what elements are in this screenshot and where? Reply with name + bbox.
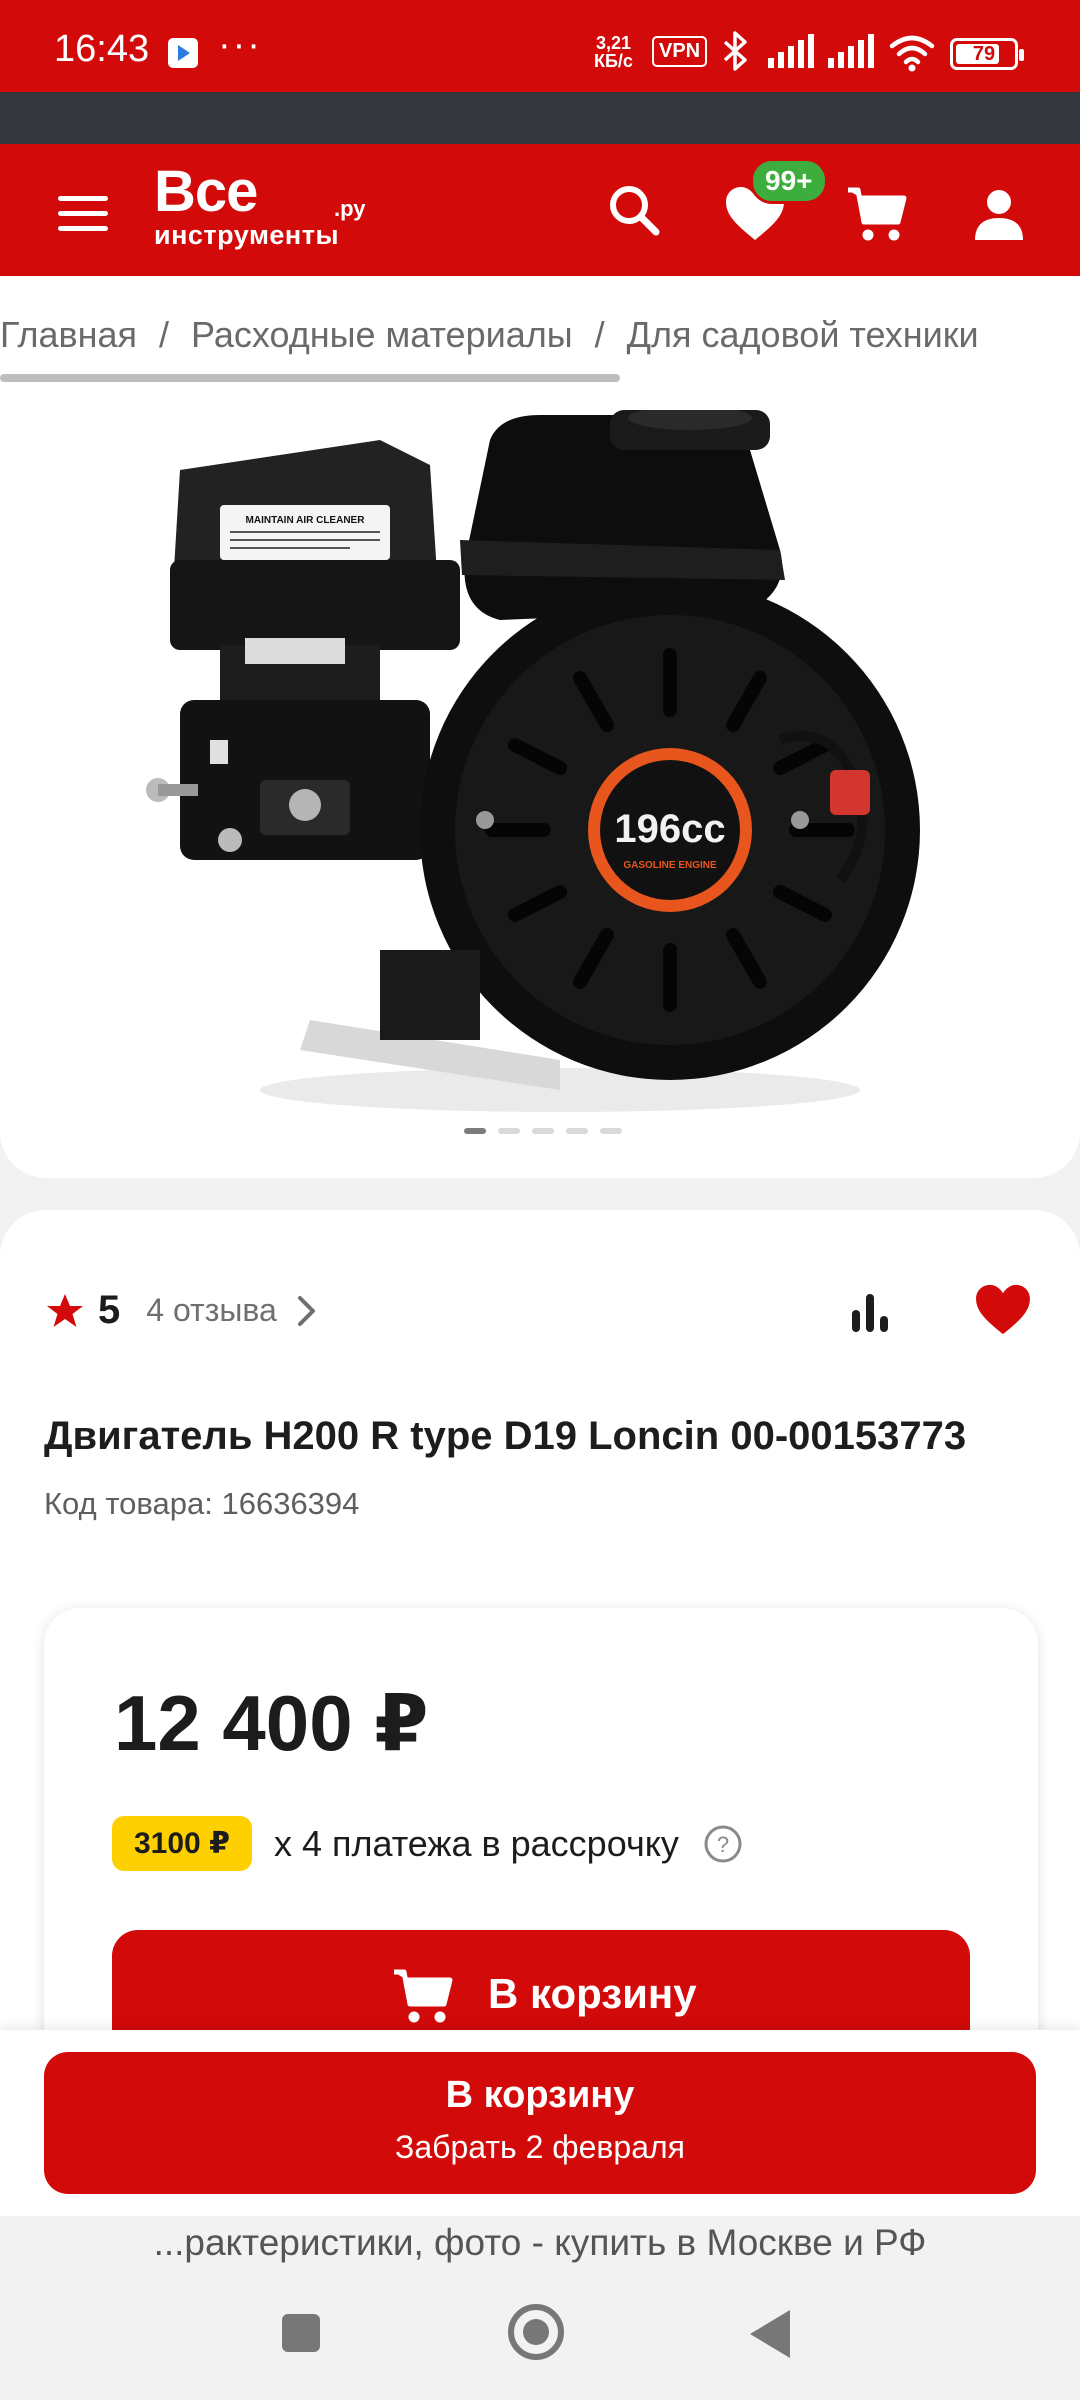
gallery-dot[interactable] xyxy=(566,1128,588,1134)
menu-icon[interactable] xyxy=(58,196,108,232)
breadcrumb-separator: / xyxy=(159,314,170,355)
breadcrumb-consumables[interactable]: Расходные материалы xyxy=(191,314,573,355)
rating[interactable]: 5 4 отзыва xyxy=(46,1288,319,1333)
product-code: Код товара: 16636394 xyxy=(44,1486,360,1521)
installment-text: х 4 платежа в рассрочку xyxy=(273,1822,679,1864)
battery-level: 79 xyxy=(972,43,996,65)
help-icon[interactable]: ? xyxy=(703,1824,743,1864)
pickup-date: Забрать 2 февраля xyxy=(395,2129,685,2165)
chevron-right-icon xyxy=(297,1295,315,1326)
signal-icon xyxy=(768,34,814,68)
installment-row[interactable]: 3100 ₽ х 4 платежа в рассрочку ? xyxy=(112,1816,743,1871)
help-icon-glyph: ? xyxy=(717,1832,729,1857)
back-button[interactable] xyxy=(750,2310,790,2358)
bluetooth-icon xyxy=(723,31,747,71)
gallery-dot[interactable] xyxy=(532,1128,554,1134)
favorite-heart-icon[interactable] xyxy=(974,1284,1032,1336)
engine-badge: 196cc xyxy=(614,807,725,851)
breadcrumb-scrollbar[interactable] xyxy=(0,374,620,382)
logo-text-bottom: инструменты xyxy=(154,220,340,250)
gallery-pagination[interactable] xyxy=(464,1128,622,1134)
cart-icon[interactable] xyxy=(846,184,910,244)
recents-button[interactable] xyxy=(282,2314,320,2352)
signal-icon-2 xyxy=(828,34,874,68)
engine-image: MAINTAIN AIR CLEANER 196cc GASOLINE ENGI xyxy=(146,410,920,1112)
search-icon[interactable] xyxy=(606,182,662,238)
breadcrumb-garden[interactable]: Для садовой техники xyxy=(627,314,979,355)
wifi-icon xyxy=(889,35,935,72)
browser-bar xyxy=(0,92,1080,144)
gallery-dot-active[interactable] xyxy=(464,1128,486,1134)
network-speed-value: 3,21 xyxy=(595,33,631,53)
breadcrumb: Главная / Расходные материалы / Для садовой … xyxy=(0,276,1080,388)
browser-page-title: ...рактеристики, фото - купить в Москве … xyxy=(0,2216,1080,2270)
home-button[interactable] xyxy=(508,2304,564,2360)
rating-value: 5 xyxy=(98,1288,121,1332)
add-to-cart-label: В корзину xyxy=(488,1970,697,2017)
compare-icon[interactable] xyxy=(848,1290,894,1334)
vpn-icon: VPN xyxy=(652,36,708,67)
reviews-link[interactable]: 4 отзыва xyxy=(146,1292,277,1329)
gallery-dot[interactable] xyxy=(600,1128,622,1134)
sticky-button-label: В корзину xyxy=(445,2074,635,2116)
status-bar: 16:43 ··· 3,21 КБ/с VPN 79 xyxy=(0,0,1080,92)
breadcrumb-separator: / xyxy=(594,314,605,355)
engine-badge-sub: GASOLINE ENGINE xyxy=(623,860,717,871)
more-notifications-icon: ··· xyxy=(218,24,262,66)
sticky-buy-bar: В корзину Забрать 2 февраля xyxy=(0,2030,1080,2216)
network-speed: 3,21 КБ/с xyxy=(594,34,633,70)
star-icon xyxy=(47,1293,83,1327)
product-title: Двигатель H200 R type D19 Loncin 00-0015… xyxy=(44,1414,967,1458)
air-cleaner-label: MAINTAIN AIR CLEANER xyxy=(246,515,366,526)
system-navigation-bar xyxy=(0,2270,1080,2400)
battery-icon: 79 xyxy=(950,38,1024,70)
site-logo[interactable]: Все инструменты .ру xyxy=(154,159,366,251)
network-speed-unit: КБ/с xyxy=(594,51,633,71)
status-time: 16:43 xyxy=(54,28,150,70)
logo-text-top: Все xyxy=(154,159,258,224)
favorites-count-badge: 99+ xyxy=(750,158,828,204)
installment-chip: 3100 ₽ xyxy=(112,1816,252,1871)
cart-icon xyxy=(394,1969,453,2023)
product-price: 12 400 ₽ xyxy=(114,1679,429,1767)
play-store-icon xyxy=(168,38,198,68)
site-header: Все инструменты .ру 99+ xyxy=(0,144,1080,276)
logo-ru: .ру xyxy=(334,196,366,221)
user-icon[interactable] xyxy=(972,188,1026,242)
sticky-add-to-cart-button[interactable]: В корзину Забрать 2 февраля xyxy=(44,2052,1036,2194)
gallery-dot[interactable] xyxy=(498,1128,520,1134)
breadcrumb-home[interactable]: Главная xyxy=(0,314,137,355)
product-gallery[interactable]: MAINTAIN AIR CLEANER 196cc GASOLINE ENGI xyxy=(0,388,1080,1178)
